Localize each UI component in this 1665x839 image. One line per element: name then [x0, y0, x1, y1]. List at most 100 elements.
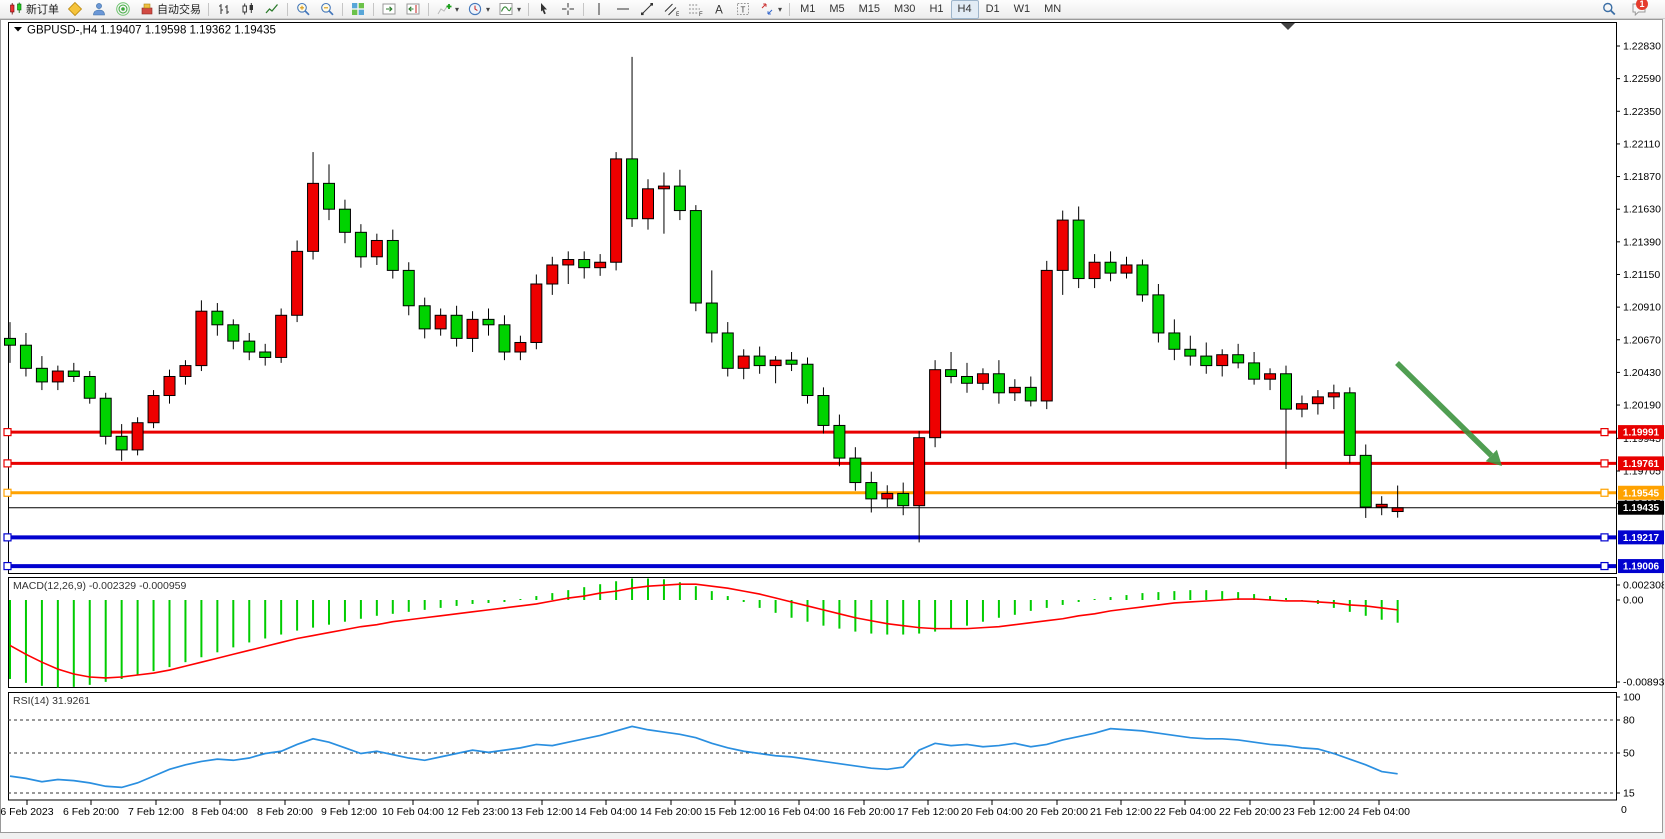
equidistant-channel-button[interactable]: E	[659, 0, 683, 19]
search-button[interactable]	[1597, 0, 1621, 19]
candle-chart-button[interactable]	[236, 0, 260, 19]
new-order-button[interactable]: 新订单	[4, 0, 63, 19]
arrows-button[interactable]: ▾	[755, 0, 786, 19]
horizontal-line-button[interactable]	[611, 0, 635, 19]
cursor-button[interactable]	[532, 0, 556, 19]
auto-trade-button[interactable]: 自动交易	[135, 0, 205, 19]
svg-text:T: T	[741, 6, 746, 15]
timeframe-h1-label: H1	[929, 3, 943, 15]
price-tag-label: 1.19991	[1623, 428, 1660, 439]
funnel-icon	[67, 1, 83, 17]
search-icon	[1601, 1, 1617, 17]
zoom-out-button[interactable]	[315, 0, 339, 19]
auto-trade-label: 自动交易	[157, 1, 201, 17]
time-axis-label: 14 Feb 20:00	[640, 806, 702, 818]
candle-body	[100, 398, 111, 436]
notifications-button[interactable]: 1	[1627, 0, 1651, 19]
candle-body	[722, 333, 733, 368]
candle-body	[371, 240, 382, 256]
dropdown-caret-icon[interactable]: ▾	[455, 5, 459, 14]
tile-windows-icon	[350, 1, 366, 17]
trendline-icon	[639, 1, 655, 17]
candle-body	[355, 232, 366, 256]
time-axis-label: 20 Feb 20:00	[1026, 806, 1088, 818]
toolbar-separator	[373, 3, 374, 16]
trendline-button[interactable]	[635, 0, 659, 19]
candle-body	[260, 352, 271, 357]
support-line-orange-right-anchor[interactable]	[1601, 489, 1608, 496]
resistance-line-1-right-anchor[interactable]	[1601, 429, 1608, 436]
dropdown-caret-icon[interactable]: ▾	[517, 5, 521, 14]
bar-chart-button[interactable]	[212, 0, 236, 19]
timeframe-m5-button[interactable]: M5	[822, 0, 851, 19]
candle-body	[244, 341, 255, 352]
timeframe-m30-button[interactable]: M30	[887, 0, 922, 19]
candle-body	[1025, 387, 1036, 401]
chart-shift-button[interactable]	[401, 0, 425, 19]
signal-button[interactable]	[111, 0, 135, 19]
support-line-blue-2-right-anchor[interactable]	[1601, 563, 1608, 570]
time-axis-label: 23 Feb 12:00	[1283, 806, 1345, 818]
resistance-line-2-left-anchor[interactable]	[4, 460, 11, 467]
auto-scroll-button[interactable]	[377, 0, 401, 19]
candle-body	[483, 319, 494, 324]
text-label-button[interactable]: T	[731, 0, 755, 19]
time-axis-label: 17 Feb 12:00	[897, 806, 959, 818]
periods-button[interactable]: ▾	[463, 0, 494, 19]
candle-body	[850, 458, 861, 482]
indicators-button[interactable]: ▾	[432, 0, 463, 19]
candle-body	[882, 493, 893, 498]
candle-body	[1169, 333, 1180, 349]
candle-body	[1312, 397, 1323, 404]
candle-body	[1041, 270, 1052, 401]
fibonacci-icon: F	[687, 1, 703, 17]
macd-label: MACD(12,26,9) -0.002329 -0.000959	[13, 580, 187, 592]
macd-axis-label: 0.00	[1623, 595, 1644, 607]
timeframe-m15-button[interactable]: M15	[852, 0, 887, 19]
price-tag-label: 1.19545	[1623, 488, 1660, 499]
chart-title-ohlc: 1.19407 1.19598 1.19362 1.19435	[100, 25, 276, 37]
svg-text:F: F	[699, 12, 703, 17]
accounts-button[interactable]	[87, 0, 111, 19]
time-axis-label: 22 Feb 20:00	[1219, 806, 1281, 818]
support-line-orange-left-anchor[interactable]	[4, 489, 11, 496]
support-line-blue-1-right-anchor[interactable]	[1601, 534, 1608, 541]
dropdown-caret-icon[interactable]: ▾	[778, 5, 782, 14]
macd-axis-label: 0.002308	[1623, 580, 1664, 592]
candle-body	[690, 211, 701, 303]
vertical-line-button[interactable]	[587, 0, 611, 19]
rsi-axis-label: 80	[1623, 715, 1635, 727]
dropdown-caret-icon[interactable]: ▾	[486, 5, 490, 14]
timeframe-d1-label: D1	[986, 3, 1000, 15]
resistance-line-1-left-anchor[interactable]	[4, 429, 11, 436]
timeframe-mn-button[interactable]: MN	[1037, 0, 1068, 19]
line-chart-button[interactable]	[260, 0, 284, 19]
support-line-blue-1-left-anchor[interactable]	[4, 534, 11, 541]
timeframe-h1-button[interactable]: H1	[922, 0, 950, 19]
text-button[interactable]: A	[707, 0, 731, 19]
support-line-blue-2-left-anchor[interactable]	[4, 563, 11, 570]
rsi-axis-label: 15	[1623, 788, 1635, 800]
indicators-icon	[436, 1, 452, 17]
candle-body	[1328, 393, 1339, 397]
timeframe-w1-button[interactable]: W1	[1007, 0, 1038, 19]
crosshair-icon	[560, 1, 576, 17]
toolbar-separator	[428, 3, 429, 16]
resistance-line-2-right-anchor[interactable]	[1601, 460, 1608, 467]
crosshair-button[interactable]	[556, 0, 580, 19]
templates-button[interactable]: ▾	[494, 0, 525, 19]
time-axis-label: 12 Feb 23:00	[447, 806, 509, 818]
zoom-in-icon	[295, 1, 311, 17]
funnel-button[interactable]	[63, 0, 87, 19]
time-axis-label: 10 Feb 04:00	[382, 806, 444, 818]
timeframe-m1-button[interactable]: M1	[793, 0, 822, 19]
timeframe-d1-button[interactable]: D1	[979, 0, 1007, 19]
price-axis-label: 1.20670	[1623, 334, 1661, 346]
candle-body	[547, 265, 558, 284]
zoom-in-button[interactable]	[291, 0, 315, 19]
time-axis-label: 20 Feb 04:00	[961, 806, 1023, 818]
toolbar-separator	[528, 3, 529, 16]
fibonacci-button[interactable]: F	[683, 0, 707, 19]
tile-windows-button[interactable]	[346, 0, 370, 19]
timeframe-h4-button[interactable]: H4	[951, 0, 979, 19]
